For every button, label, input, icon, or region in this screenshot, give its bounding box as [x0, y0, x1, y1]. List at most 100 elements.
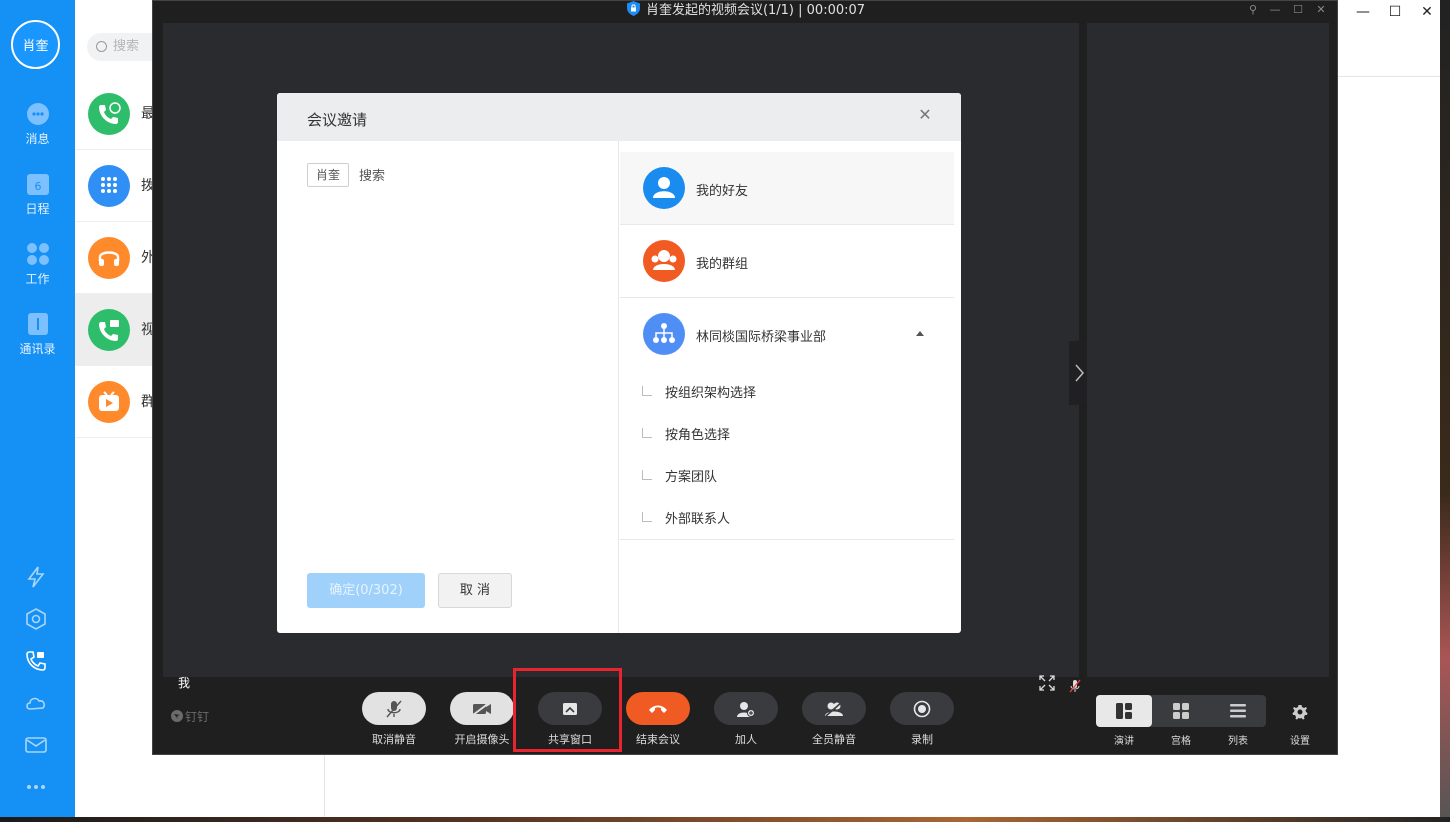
- nav-label: 通讯录: [19, 342, 56, 356]
- category-label: 林同棪国际桥梁事业部: [696, 330, 827, 345]
- category-friends[interactable]: 我的好友: [620, 152, 954, 225]
- participant-sidebar: [1087, 23, 1329, 677]
- meeting-title: 肖奎发起的视频会议(1/1) | 00:00:07: [645, 3, 866, 18]
- nav-label: 消息: [25, 132, 50, 146]
- brand-label: 钉钉: [185, 710, 210, 724]
- meeting-maximize-button[interactable]: ☐: [1289, 3, 1307, 19]
- nav-calendar[interactable]: 6 日程: [0, 172, 75, 232]
- category-label: 我的好友: [696, 184, 749, 199]
- selected-panel: 肖奎 搜索 确定(0/302) 取 消: [277, 141, 619, 633]
- self-video-label: 我: [178, 676, 191, 690]
- layout-speaker-label: 演讲: [1114, 736, 1134, 747]
- record-button[interactable]: [890, 692, 954, 725]
- unmute-button[interactable]: [362, 692, 426, 725]
- category-groups[interactable]: 我的群组: [620, 225, 954, 298]
- tree-line: [642, 512, 652, 522]
- search-icon: [96, 41, 107, 52]
- camera-off-icon: [472, 701, 491, 716]
- dingtalk-icon: [171, 710, 183, 722]
- meeting-invite-dialog: 会议邀请 ✕ 肖奎 搜索 确定(0/302) 取 消 我的好友 我的群组 林同棪…: [277, 93, 961, 633]
- cube-icon[interactable]: [24, 607, 48, 631]
- sub-item-label: 外部联系人: [665, 512, 731, 527]
- video-phone-icon: [88, 309, 130, 351]
- lightning-icon[interactable]: [24, 565, 48, 589]
- desktop-background: [1440, 0, 1450, 822]
- confirm-button[interactable]: 确定(0/302): [307, 573, 425, 608]
- list-layout-icon: [1230, 704, 1246, 718]
- group-icon: [643, 240, 685, 282]
- live-icon: [88, 381, 130, 423]
- fullscreen-icon[interactable]: [1039, 675, 1055, 691]
- minimize-button[interactable]: —: [1348, 4, 1378, 20]
- nav-contacts[interactable]: 通讯录: [0, 312, 75, 372]
- layout-speaker-button[interactable]: [1096, 695, 1152, 727]
- mute-all-icon: [825, 700, 843, 717]
- selected-user-chip[interactable]: 肖奎: [307, 163, 350, 187]
- layout-grid-label: 宫格: [1171, 736, 1191, 747]
- mic-muted-small-icon: [1069, 679, 1081, 693]
- cancel-button[interactable]: 取 消: [438, 573, 512, 608]
- add-person-button[interactable]: [714, 692, 778, 725]
- highlight-box: [513, 668, 622, 752]
- sub-item-external-contacts[interactable]: 外部联系人: [642, 508, 730, 527]
- dialog-header: 会议邀请 ✕: [277, 93, 961, 141]
- unmute-label: 取消静音: [372, 733, 416, 746]
- org-icon: [643, 313, 685, 355]
- hangup-icon: [649, 705, 667, 713]
- cloud-icon[interactable]: [24, 691, 48, 715]
- nav-messages[interactable]: 消息: [0, 102, 75, 162]
- close-icon[interactable]: ✕: [917, 107, 933, 123]
- sub-item-team[interactable]: 方案团队: [642, 466, 717, 485]
- message-icon: [26, 103, 49, 125]
- app-sidebar: 肖奎 消息 6 日程 工作 通讯录: [0, 0, 75, 822]
- add-person-label: 加人: [735, 733, 757, 746]
- sub-item-by-role[interactable]: 按角色选择: [642, 424, 730, 443]
- layout-list-button[interactable]: [1210, 695, 1266, 727]
- pin-icon[interactable]: ⚲: [1244, 3, 1262, 19]
- friend-icon: [643, 167, 685, 209]
- maximize-button[interactable]: ☐: [1380, 4, 1410, 20]
- recent-call-icon: [88, 93, 130, 135]
- tree-line: [642, 428, 652, 438]
- dialog-search-input[interactable]: 搜索: [359, 165, 385, 184]
- add-person-icon: [737, 701, 755, 717]
- sub-item-label: 方案团队: [665, 470, 718, 485]
- divider: [620, 539, 954, 540]
- avatar[interactable]: 肖奎: [11, 20, 60, 69]
- expand-sidebar-icon[interactable]: [1069, 341, 1089, 405]
- meeting-minimize-button[interactable]: —: [1266, 3, 1284, 19]
- calendar-icon: 6: [26, 174, 49, 195]
- collapse-caret-icon[interactable]: [915, 330, 925, 337]
- tree-line: [642, 470, 652, 480]
- nav-label: 工作: [25, 272, 50, 286]
- meeting-close-button[interactable]: ✕: [1312, 3, 1330, 19]
- dialpad-icon: [88, 165, 130, 207]
- settings-icon[interactable]: [1292, 704, 1308, 720]
- sub-item-label: 按组织架构选择: [665, 386, 757, 401]
- meeting-title-bar: 肖奎发起的视频会议(1/1) | 00:00:07: [153, 1, 1339, 23]
- mic-muted-icon: [386, 700, 402, 717]
- desktop-background: [0, 817, 1450, 822]
- end-meeting-button[interactable]: [626, 692, 690, 725]
- close-button[interactable]: ✕: [1412, 4, 1442, 20]
- sub-item-label: 按角色选择: [665, 428, 731, 443]
- more-icon[interactable]: [24, 775, 48, 799]
- camera-button[interactable]: [450, 692, 514, 725]
- nav-work[interactable]: 工作: [0, 242, 75, 302]
- category-label: 我的群组: [696, 257, 749, 272]
- grid-layout-icon: [1173, 703, 1189, 719]
- contacts-icon: [27, 313, 48, 335]
- record-label: 录制: [911, 733, 933, 746]
- video-call-icon[interactable]: [24, 649, 48, 673]
- dialog-title: 会议邀请: [307, 111, 368, 129]
- mute-all-button[interactable]: [802, 692, 866, 725]
- layout-switcher: [1096, 695, 1266, 727]
- speaker-layout-icon: [1116, 703, 1132, 719]
- category-organization[interactable]: 林同棪国际桥梁事业部: [620, 298, 954, 378]
- layout-grid-button[interactable]: [1153, 695, 1209, 727]
- shield-lock-icon: [626, 1, 640, 16]
- mail-icon[interactable]: [24, 733, 48, 757]
- sub-item-org-structure[interactable]: 按组织架构选择: [642, 382, 756, 401]
- headset-icon: [88, 237, 130, 279]
- search-placeholder: 搜索: [113, 39, 140, 54]
